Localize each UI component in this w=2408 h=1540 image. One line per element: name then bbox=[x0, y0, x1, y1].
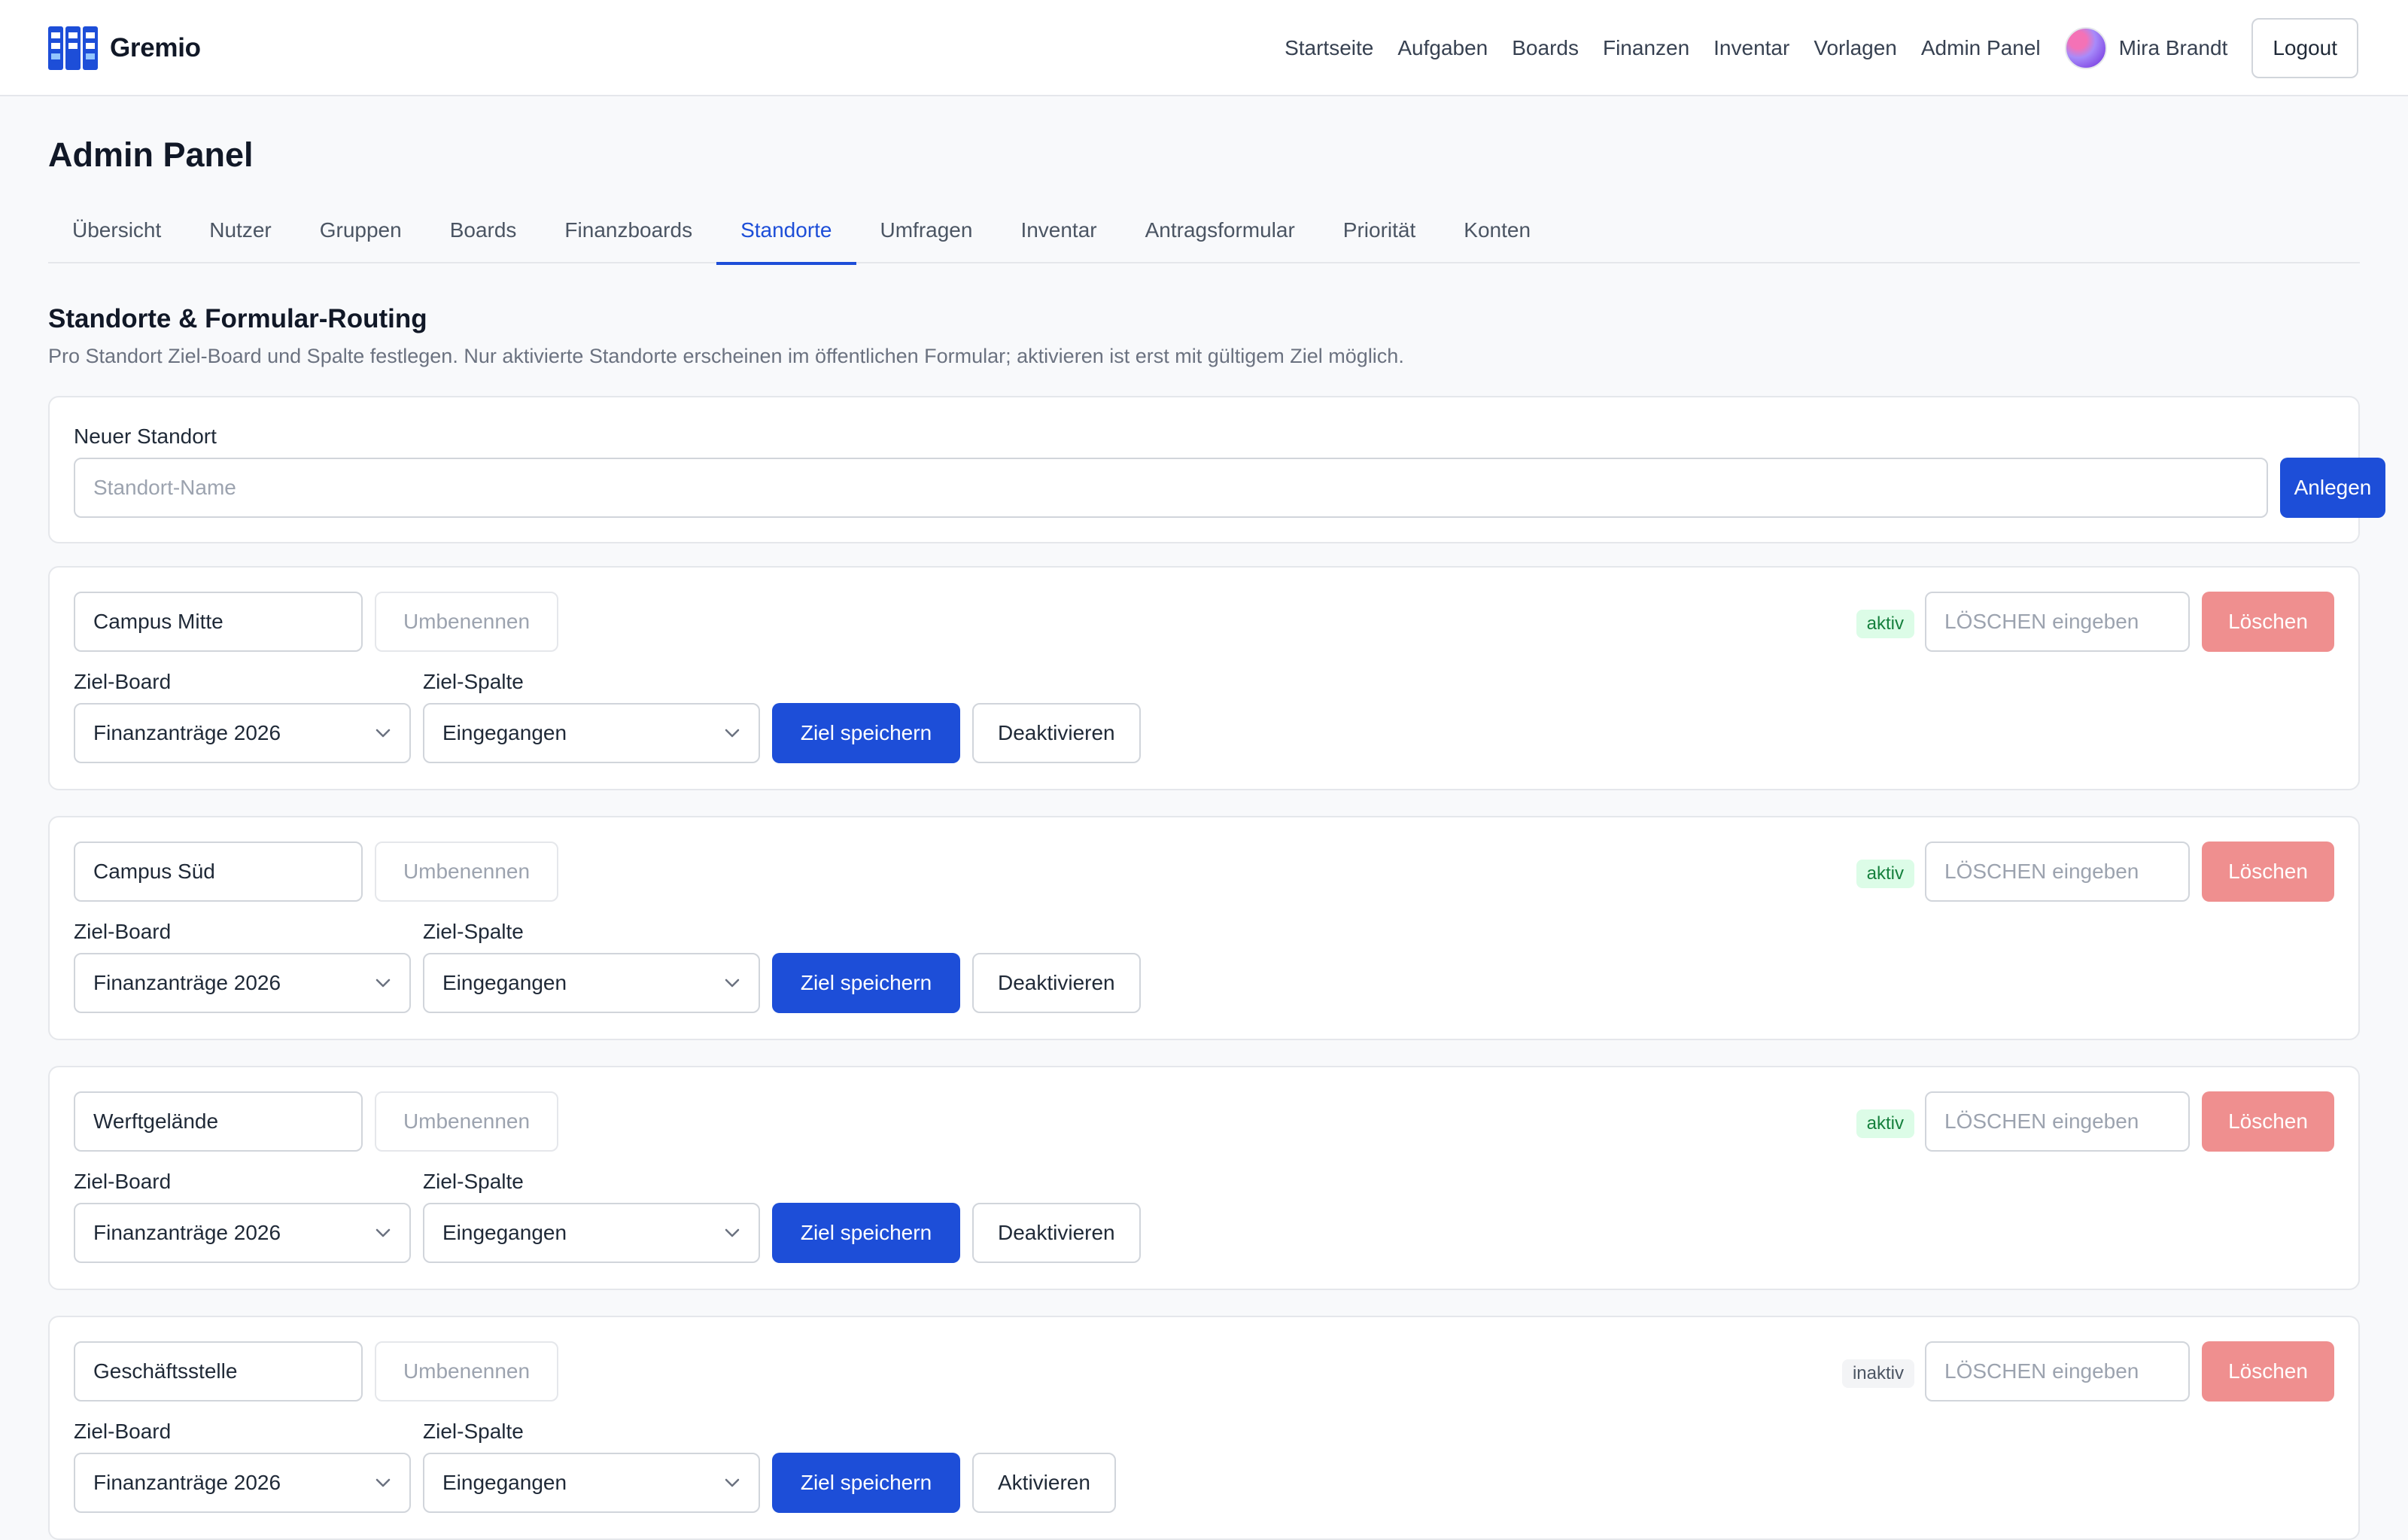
chevron-down-icon bbox=[375, 978, 391, 988]
tab-nutzer[interactable]: Nutzer bbox=[185, 206, 295, 263]
nav-link-boards[interactable]: Boards bbox=[1512, 36, 1579, 60]
target-board-value: Finanzanträge 2026 bbox=[93, 1471, 281, 1494]
target-column-select[interactable]: Eingegangen bbox=[423, 703, 760, 763]
delete-confirm-input[interactable] bbox=[1925, 842, 2190, 902]
location-card: Umbenennen aktiv Löschen Ziel-Board Ziel… bbox=[48, 816, 2360, 1040]
chevron-down-icon bbox=[725, 978, 740, 988]
delete-button[interactable]: Löschen bbox=[2202, 842, 2334, 902]
tab-boards[interactable]: Boards bbox=[426, 206, 541, 263]
nav-link-finanzen[interactable]: Finanzen bbox=[1603, 36, 1689, 60]
status-badge: aktiv bbox=[1856, 610, 1914, 638]
top-navbar: Gremio Startseite Aufgaben Boards Finanz… bbox=[0, 0, 2408, 96]
target-board-label: Ziel-Board bbox=[74, 670, 172, 693]
chevron-down-icon bbox=[375, 1478, 391, 1487]
target-column-label: Ziel-Spalte bbox=[423, 670, 524, 693]
target-column-value: Eingegangen bbox=[442, 971, 567, 994]
target-board-value: Finanzanträge 2026 bbox=[93, 1221, 281, 1244]
target-column-select[interactable]: Eingegangen bbox=[423, 1203, 760, 1263]
target-board-select[interactable]: Finanzanträge 2026 bbox=[74, 1453, 411, 1513]
rename-button[interactable]: Umbenennen bbox=[375, 592, 558, 652]
target-column-value: Eingegangen bbox=[442, 1221, 567, 1244]
tab-gruppen[interactable]: Gruppen bbox=[296, 206, 426, 263]
target-column-label: Ziel-Spalte bbox=[423, 1420, 524, 1443]
target-board-select[interactable]: Finanzanträge 2026 bbox=[74, 1203, 411, 1263]
rename-button[interactable]: Umbenennen bbox=[375, 1091, 558, 1152]
activate-button[interactable]: Aktivieren bbox=[972, 1453, 1116, 1513]
target-board-value: Finanzanträge 2026 bbox=[93, 971, 281, 994]
tab-prioritaet[interactable]: Priorität bbox=[1319, 206, 1440, 263]
target-board-value: Finanzanträge 2026 bbox=[93, 721, 281, 744]
admin-tabs: Übersicht Nutzer Gruppen Boards Finanzbo… bbox=[48, 206, 2360, 265]
tab-standorte[interactable]: Standorte bbox=[716, 206, 856, 265]
chevron-down-icon bbox=[725, 1478, 740, 1487]
target-column-select[interactable]: Eingegangen bbox=[423, 1453, 760, 1513]
user-name: Mira Brandt bbox=[2118, 36, 2228, 59]
target-board-label: Ziel-Board bbox=[74, 1420, 172, 1443]
save-target-button[interactable]: Ziel speichern bbox=[772, 1203, 960, 1263]
deactivate-button[interactable]: Deaktivieren bbox=[972, 1203, 1141, 1263]
location-name-input[interactable] bbox=[74, 592, 363, 652]
target-board-label: Ziel-Board bbox=[74, 1170, 172, 1193]
target-column-value: Eingegangen bbox=[442, 721, 567, 744]
location-name-input[interactable] bbox=[74, 842, 363, 902]
location-card: Umbenennen aktiv Löschen Ziel-Board Ziel… bbox=[48, 566, 2360, 790]
target-column-value: Eingegangen bbox=[442, 1471, 567, 1494]
location-card: Umbenennen inaktiv Löschen Ziel-Board Zi… bbox=[48, 1316, 2360, 1540]
target-board-select[interactable]: Finanzanträge 2026 bbox=[74, 703, 411, 763]
kanban-logo-icon bbox=[48, 26, 98, 70]
nav-link-aufgaben[interactable]: Aufgaben bbox=[1397, 36, 1488, 60]
delete-confirm-input[interactable] bbox=[1925, 592, 2190, 652]
target-column-label: Ziel-Spalte bbox=[423, 920, 524, 943]
location-card: Umbenennen aktiv Löschen Ziel-Board Ziel… bbox=[48, 1066, 2360, 1290]
user-menu[interactable]: Mira Brandt bbox=[2064, 27, 2228, 69]
main-nav: Startseite Aufgaben Boards Finanzen Inve… bbox=[1285, 18, 2358, 78]
target-board-select[interactable]: Finanzanträge 2026 bbox=[74, 953, 411, 1013]
delete-button[interactable]: Löschen bbox=[2202, 592, 2334, 652]
tab-inventar[interactable]: Inventar bbox=[996, 206, 1120, 263]
tab-konten[interactable]: Konten bbox=[1440, 206, 1555, 263]
target-column-label: Ziel-Spalte bbox=[423, 1170, 524, 1193]
save-target-button[interactable]: Ziel speichern bbox=[772, 953, 960, 1013]
status-badge: aktiv bbox=[1856, 860, 1914, 888]
tab-finanzboards[interactable]: Finanzboards bbox=[540, 206, 716, 263]
deactivate-button[interactable]: Deaktivieren bbox=[972, 703, 1141, 763]
nav-link-admin-panel[interactable]: Admin Panel bbox=[1921, 36, 2041, 60]
new-location-card: Neuer Standort Anlegen bbox=[48, 396, 2385, 543]
location-name-input[interactable] bbox=[74, 1091, 363, 1152]
chevron-down-icon bbox=[725, 1228, 740, 1237]
deactivate-button[interactable]: Deaktivieren bbox=[972, 953, 1141, 1013]
target-column-select[interactable]: Eingegangen bbox=[423, 953, 760, 1013]
avatar bbox=[2064, 27, 2107, 69]
status-badge: inaktiv bbox=[1841, 1359, 1914, 1388]
tab-uebersicht[interactable]: Übersicht bbox=[48, 206, 185, 263]
delete-confirm-input[interactable] bbox=[1925, 1341, 2190, 1402]
save-target-button[interactable]: Ziel speichern bbox=[772, 703, 960, 763]
tab-umfragen[interactable]: Umfragen bbox=[856, 206, 997, 263]
nav-link-vorlagen[interactable]: Vorlagen bbox=[1814, 36, 1897, 60]
delete-button[interactable]: Löschen bbox=[2202, 1341, 2334, 1402]
new-location-input[interactable] bbox=[74, 458, 2268, 518]
target-board-label: Ziel-Board bbox=[74, 920, 172, 943]
nav-link-inventar[interactable]: Inventar bbox=[1713, 36, 1789, 60]
tab-antragsformular[interactable]: Antragsformular bbox=[1121, 206, 1319, 263]
chevron-down-icon bbox=[375, 1228, 391, 1237]
new-location-label: Neuer Standort bbox=[74, 425, 217, 448]
chevron-down-icon bbox=[375, 729, 391, 738]
rename-button[interactable]: Umbenennen bbox=[375, 842, 558, 902]
nav-link-startseite[interactable]: Startseite bbox=[1285, 36, 1373, 60]
section-title: Standorte & Formular-Routing bbox=[48, 304, 427, 333]
logout-button[interactable]: Logout bbox=[2251, 18, 2358, 78]
delete-confirm-input[interactable] bbox=[1925, 1091, 2190, 1152]
brand-name: Gremio bbox=[110, 33, 201, 62]
status-badge: aktiv bbox=[1856, 1109, 1914, 1138]
chevron-down-icon bbox=[725, 729, 740, 738]
page-title: Admin Panel bbox=[48, 135, 254, 174]
delete-button[interactable]: Löschen bbox=[2202, 1091, 2334, 1152]
section-description: Pro Standort Ziel-Board und Spalte festl… bbox=[48, 345, 1404, 367]
create-location-button[interactable]: Anlegen bbox=[2280, 458, 2385, 518]
rename-button[interactable]: Umbenennen bbox=[375, 1341, 558, 1402]
location-name-input[interactable] bbox=[74, 1341, 363, 1402]
save-target-button[interactable]: Ziel speichern bbox=[772, 1453, 960, 1513]
brand[interactable]: Gremio bbox=[48, 26, 201, 71]
